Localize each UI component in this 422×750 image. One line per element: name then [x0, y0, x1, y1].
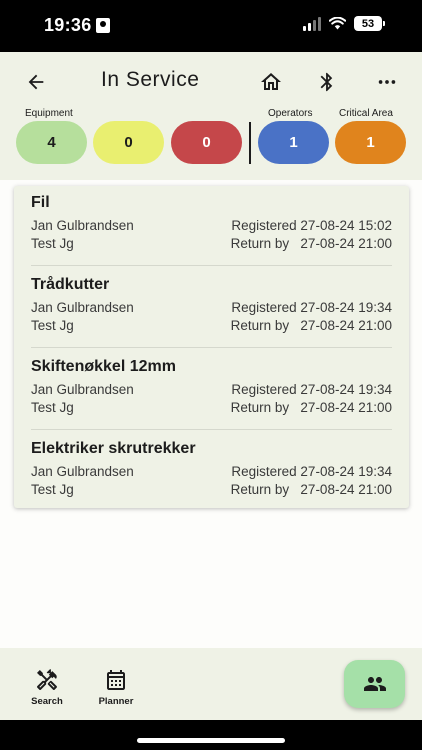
more-horizontal-icon [378, 80, 396, 84]
operators-label: Operators [268, 108, 313, 119]
battery-icon: 53 [354, 16, 385, 31]
critical-area-count-button[interactable]: 1 [335, 121, 406, 164]
home-indicator[interactable] [137, 738, 285, 743]
home-indicator-area [0, 720, 422, 750]
item-registered: Registered 27-08-24 19:34 [231, 300, 392, 315]
people-icon [363, 677, 386, 691]
tools-icon [37, 669, 57, 691]
home-icon [261, 73, 281, 90]
nav-search-label: Search [31, 696, 63, 707]
header-divider [249, 122, 251, 164]
bottom-nav: Search Planner [0, 648, 422, 720]
item-name: Skiftenøkkel 12mm [31, 358, 176, 375]
item-registered: Registered 27-08-24 19:34 [231, 464, 392, 479]
bluetooth-icon [320, 72, 333, 92]
bluetooth-button[interactable] [311, 66, 343, 98]
arrow-back-icon [28, 74, 44, 90]
status-time: 19:36 [44, 15, 92, 35]
item-location: Test Jg [31, 318, 74, 333]
app-screen: In Service Equipment Operators Critical … [0, 52, 422, 720]
list-item[interactable]: Trådkutter Jan Gulbrandsen Registered 27-… [31, 276, 392, 336]
equipment-label: Equipment [25, 108, 73, 119]
item-person: Jan Gulbrandsen [31, 464, 134, 479]
list-divider [31, 347, 392, 348]
id-card-icon [96, 18, 110, 33]
item-return-by: Return by 27-08-24 21:00 [230, 318, 392, 333]
item-location: Test Jg [31, 482, 74, 497]
status-indicators: 53 [303, 16, 385, 31]
home-button[interactable] [255, 66, 287, 98]
header: In Service Equipment Operators Critical … [0, 52, 422, 180]
item-return-by: Return by 27-08-24 21:00 [230, 482, 392, 497]
equipment-overdue-count-button[interactable]: 0 [171, 121, 242, 164]
item-registered: Registered 27-08-24 15:02 [231, 218, 392, 233]
item-return-by: Return by 27-08-24 21:00 [230, 236, 392, 251]
nav-search-button[interactable]: Search [28, 668, 66, 707]
operators-fab-button[interactable] [344, 660, 405, 708]
item-person: Jan Gulbrandsen [31, 300, 134, 315]
page-title: In Service [101, 68, 200, 91]
operators-count-button[interactable]: 1 [258, 121, 329, 164]
equipment-warning-count-button[interactable]: 0 [93, 121, 164, 164]
list-item[interactable]: Elektriker skrutrekker Jan Gulbrandsen Re… [31, 440, 392, 500]
status-bar: 19:36 53 [0, 0, 422, 52]
list-divider [31, 265, 392, 266]
calendar-icon [107, 670, 125, 690]
battery-level: 53 [361, 17, 375, 30]
equipment-list-card: Fil Jan Gulbrandsen Registered 27-08-24 1… [14, 186, 409, 508]
item-name: Fil [31, 194, 50, 211]
item-return-by: Return by 27-08-24 21:00 [230, 400, 392, 415]
list-item[interactable]: Fil Jan Gulbrandsen Registered 27-08-24 1… [31, 194, 392, 254]
more-button[interactable] [371, 66, 403, 98]
item-name: Elektriker skrutrekker [31, 440, 196, 457]
item-person: Jan Gulbrandsen [31, 218, 134, 233]
list-item[interactable]: Skiftenøkkel 12mm Jan Gulbrandsen Registe… [31, 358, 392, 418]
list-divider [31, 429, 392, 430]
wifi-icon [329, 17, 346, 30]
signal-icon [303, 16, 321, 31]
critical-area-label: Critical Area [339, 108, 393, 119]
equipment-ok-count-button[interactable]: 4 [16, 121, 87, 164]
nav-planner-button[interactable]: Planner [96, 668, 136, 707]
item-name: Trådkutter [31, 276, 110, 293]
nav-planner-label: Planner [98, 696, 134, 707]
back-button[interactable] [20, 66, 52, 98]
item-location: Test Jg [31, 236, 74, 251]
item-person: Jan Gulbrandsen [31, 382, 134, 397]
item-location: Test Jg [31, 400, 74, 415]
item-registered: Registered 27-08-24 19:34 [231, 382, 392, 397]
